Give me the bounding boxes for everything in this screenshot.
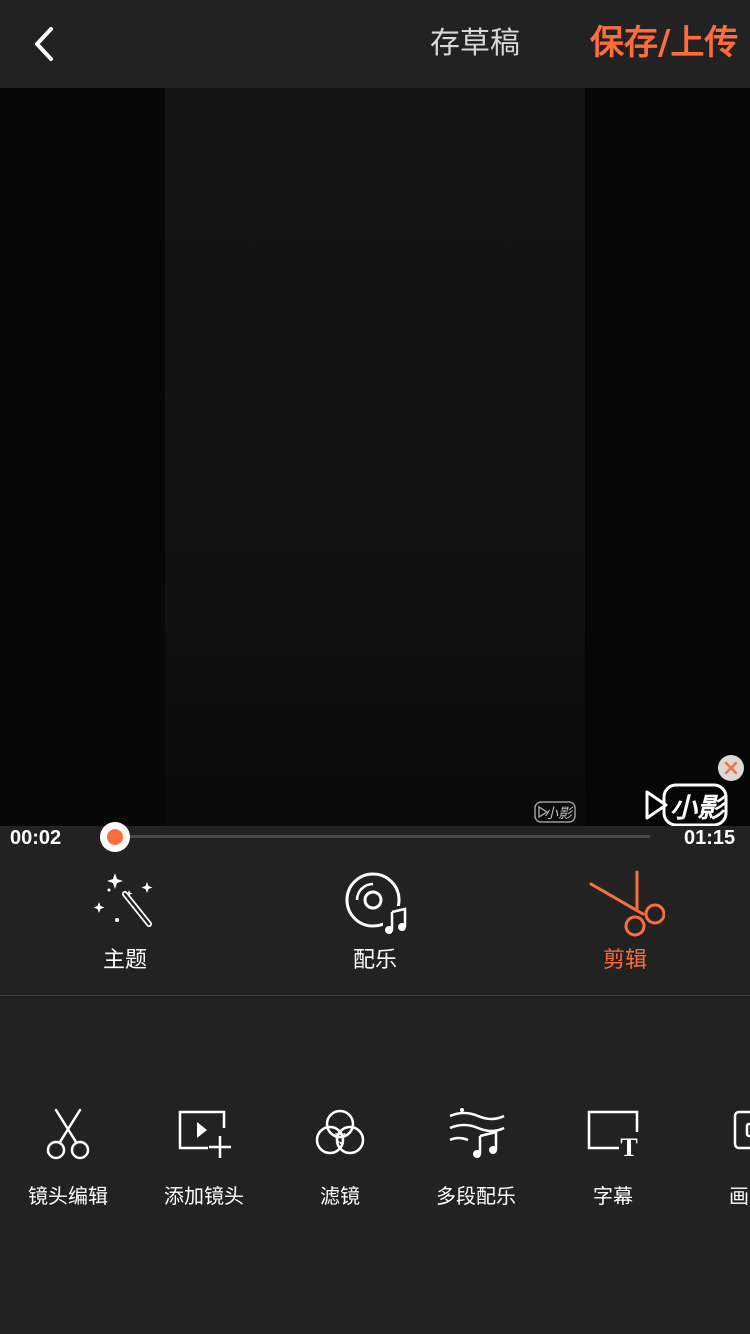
close-icon <box>724 761 738 775</box>
subtitle-icon: T <box>587 1110 639 1162</box>
tab-music-label: 配乐 <box>352 948 397 973</box>
tab-music[interactable]: 配乐 <box>285 856 465 986</box>
tool-clip-edit-label: 镜头编辑 <box>28 1184 108 1208</box>
progress-handle[interactable] <box>100 822 130 852</box>
current-time: 00:02 <box>10 827 62 849</box>
magic-wand-icon <box>93 873 153 927</box>
watermark-logo-text: 小影 <box>670 793 724 824</box>
tab-edit[interactable]: 剪辑 <box>535 856 715 986</box>
watermark-small-text: 小影 <box>544 806 572 822</box>
tool-pip[interactable]: 画中 <box>681 1096 750 1216</box>
tool-filter-label: 滤镜 <box>320 1184 360 1208</box>
svg-text:T: T <box>620 1133 637 1162</box>
edit-tools: 镜头编辑 添加镜头 滤镜 多段配乐 T 字幕 画 <box>0 1096 750 1226</box>
tab-theme-label: 主题 <box>102 948 147 973</box>
pip-icon <box>733 1110 750 1150</box>
tool-pip-label: 画中 <box>729 1184 750 1208</box>
progress-track[interactable] <box>116 835 650 838</box>
save-upload-button[interactable]: 保存/上传 <box>590 20 738 66</box>
tool-subtitle-label: 字幕 <box>593 1184 633 1208</box>
tool-filter[interactable]: 滤镜 <box>272 1096 408 1216</box>
top-bar: 存草稿 保存/上传 <box>0 0 750 88</box>
divider <box>0 995 750 996</box>
video-preview[interactable]: 小影 小影 <box>0 88 750 826</box>
tab-theme[interactable]: 主题 <box>35 856 215 986</box>
scissors-icon <box>46 1108 90 1160</box>
watermark-close-button[interactable] <box>718 755 744 781</box>
tool-multi-music-label: 多段配乐 <box>436 1184 516 1208</box>
total-time: 01:15 <box>684 827 736 849</box>
back-button[interactable] <box>22 22 66 66</box>
main-tabs: 主题 配乐 剪辑 <box>0 856 750 994</box>
filter-icon <box>315 1109 365 1155</box>
chevron-left-icon <box>35 27 53 61</box>
tool-add-clip[interactable]: 添加镜头 <box>136 1096 272 1216</box>
tool-multi-music[interactable]: 多段配乐 <box>408 1096 544 1216</box>
tool-clip-edit[interactable]: 镜头编辑 <box>0 1096 136 1216</box>
multi-music-icon <box>449 1108 505 1158</box>
tab-edit-label: 剪辑 <box>602 948 647 973</box>
music-disc-icon <box>345 872 409 934</box>
tool-add-clip-label: 添加镜头 <box>164 1184 244 1208</box>
tool-subtitle[interactable]: T 字幕 <box>545 1096 681 1216</box>
add-clip-icon <box>178 1110 231 1158</box>
scissors-icon <box>589 870 665 937</box>
save-draft-button[interactable]: 存草稿 <box>430 24 520 64</box>
